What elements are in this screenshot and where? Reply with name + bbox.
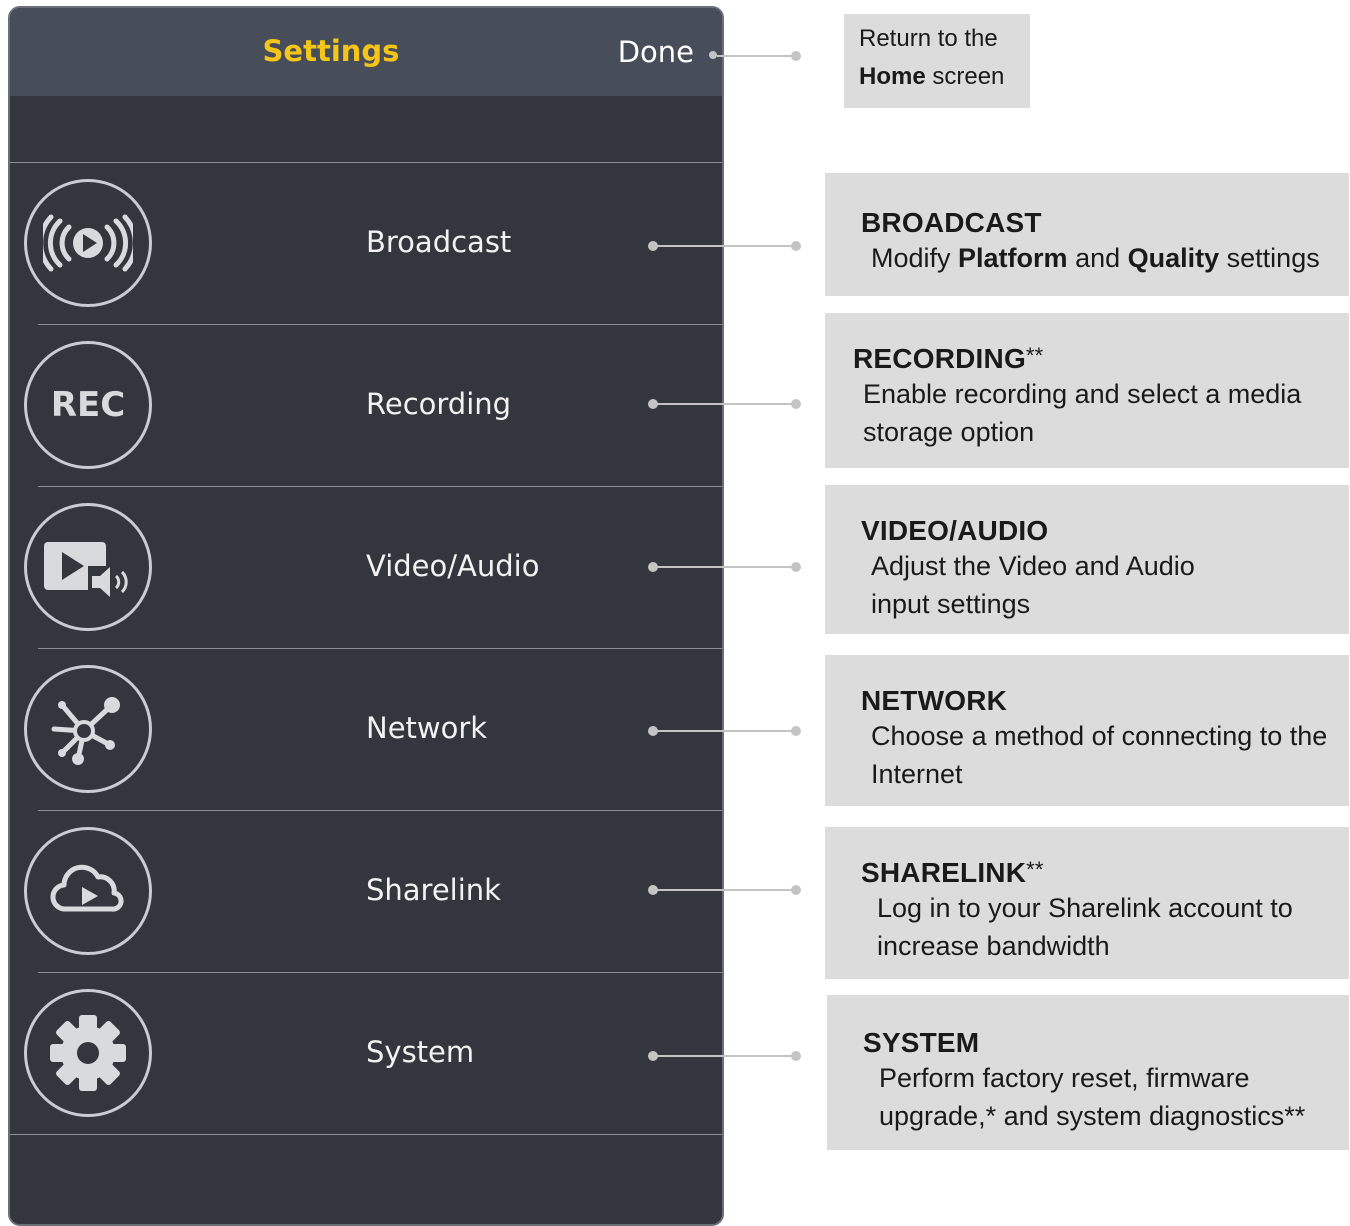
- menu-item-network[interactable]: Network: [10, 649, 722, 811]
- rec-icon: REC: [24, 341, 152, 469]
- callout-description: Perform factory reset, firmware upgrade,…: [879, 1063, 1306, 1131]
- cloud-play-icon: [24, 827, 152, 955]
- connector-line: [654, 1055, 796, 1057]
- connector-dot: [791, 399, 801, 409]
- connector-line: [654, 566, 796, 568]
- connector-dot: [791, 1051, 801, 1061]
- menu-item-label: Broadcast: [366, 225, 512, 259]
- home-callout-rest: screen: [925, 63, 1005, 90]
- home-callout-line1: Return to the: [859, 25, 998, 52]
- divider: [10, 1134, 722, 1135]
- rec-icon-text: REC: [50, 385, 126, 425]
- connector-dot: [791, 726, 801, 736]
- callout-heading: VIDEO/AUDIO: [861, 515, 1049, 546]
- menu-item-label: Network: [366, 711, 488, 745]
- callout-description: Modify Platform and Quality settings: [871, 243, 1320, 273]
- callout-description: Log in to your Sharelink account to incr…: [877, 893, 1293, 961]
- connector-dot: [709, 51, 717, 59]
- menu-item-label: Video/Audio: [366, 549, 540, 583]
- gear-icon: [24, 989, 152, 1117]
- menu-item-label: System: [366, 1035, 475, 1069]
- callout-heading: RECORDING**: [853, 343, 1044, 374]
- connector-dot: [791, 562, 801, 572]
- video-audio-callout: VIDEO/AUDIO Adjust the Video and Audio i…: [825, 485, 1349, 634]
- connector-line: [654, 730, 796, 732]
- connector-dot: [791, 51, 801, 61]
- callout-description: Adjust the Video and Audio input setting…: [871, 551, 1195, 619]
- connector-line: [654, 245, 796, 247]
- broadcast-icon: [24, 179, 152, 307]
- callout-heading: NETWORK: [861, 685, 1008, 716]
- menu-item-system[interactable]: System: [10, 973, 722, 1135]
- connector-line: [654, 889, 796, 891]
- sharelink-callout: SHARELINK** Log in to your Sharelink acc…: [825, 827, 1349, 979]
- menu-item-recording[interactable]: REC Recording: [10, 325, 722, 487]
- menu-item-label: Recording: [366, 387, 512, 421]
- connector-line: [654, 403, 796, 405]
- home-callout: Return to the Home screen: [844, 14, 1030, 108]
- callout-description: Enable recording and select a media stor…: [863, 379, 1302, 447]
- home-callout-bold: Home: [859, 63, 926, 90]
- network-icon: [24, 665, 152, 793]
- menu-item-video-audio[interactable]: Video/Audio: [10, 487, 722, 649]
- callout-heading: SYSTEM: [863, 1027, 980, 1058]
- network-callout: NETWORK Choose a method of connecting to…: [825, 655, 1349, 806]
- connector-line: [717, 55, 795, 57]
- done-button[interactable]: Done: [618, 35, 694, 69]
- connector-dot: [791, 885, 801, 895]
- callout-heading: BROADCAST: [861, 207, 1042, 238]
- recording-callout: RECORDING** Enable recording and select …: [825, 313, 1349, 468]
- callout-heading: SHARELINK**: [861, 857, 1044, 888]
- system-callout: SYSTEM Perform factory reset, firmware u…: [827, 995, 1349, 1150]
- menu-item-label: Sharelink: [366, 873, 501, 907]
- video-audio-icon: [24, 503, 152, 631]
- menu-item-broadcast[interactable]: Broadcast: [10, 163, 722, 325]
- broadcast-callout: BROADCAST Modify Platform and Quality se…: [825, 173, 1349, 296]
- settings-panel: Settings Done Broadcast REC Recording Vi…: [8, 6, 724, 1226]
- callout-description: Choose a method of connecting to the Int…: [871, 721, 1328, 789]
- navigation-bar: Settings Done: [10, 8, 722, 96]
- menu-item-sharelink[interactable]: Sharelink: [10, 811, 722, 973]
- page-title: Settings: [262, 34, 400, 68]
- connector-dot: [791, 241, 801, 251]
